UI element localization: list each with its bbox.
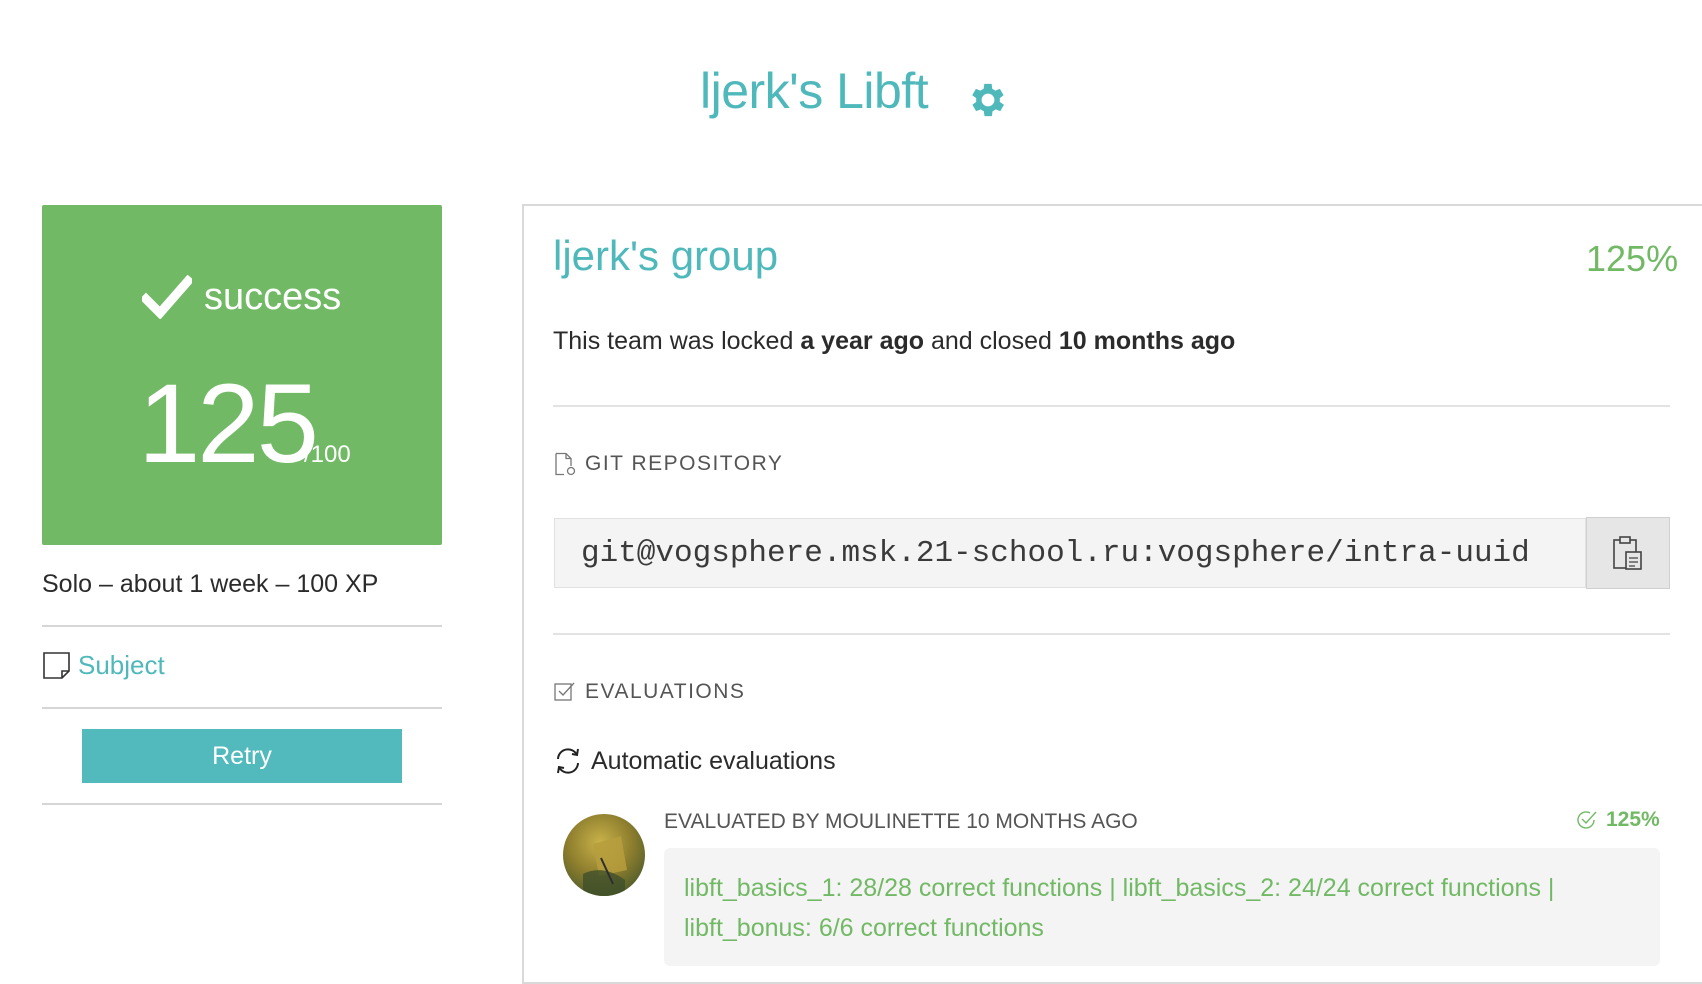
retry-button[interactable]: Retry — [82, 729, 402, 783]
checkmark-icon — [142, 275, 192, 319]
closed-time: 10 months ago — [1058, 327, 1236, 355]
avatar[interactable] — [563, 814, 645, 896]
repository-url[interactable]: git@vogsphere.msk.21-school.ru:vogsphere… — [581, 536, 1530, 571]
subject-label[interactable]: Subject — [78, 650, 165, 681]
evaluations-label: EVALUATIONS — [585, 680, 746, 703]
evaluation-score-value: 125% — [1606, 808, 1660, 831]
gear-icon[interactable] — [966, 78, 1010, 122]
check-circle-icon — [1577, 811, 1597, 829]
repository-file-icon — [555, 452, 576, 476]
status-card: success 125 /100 — [42, 205, 442, 545]
evaluator-info: EVALUATED BY MOULINETTE 10 MONTHS AGO — [664, 810, 1138, 833]
evaluations-heading: EVALUATIONS — [553, 680, 745, 704]
divider — [42, 625, 442, 627]
project-meta: Solo – about 1 week – 100 XP — [42, 570, 379, 598]
document-icon — [43, 651, 70, 679]
status-label: success — [204, 275, 342, 318]
team-final-mark: 125% — [1586, 238, 1679, 279]
git-repository-heading: GIT REPOSITORY — [553, 452, 783, 476]
evaluation-result-text: libft_basics_1: 28/28 correct functions … — [684, 874, 1555, 942]
evaluation-score: 125% — [1576, 808, 1660, 832]
evaluation-result: libft_basics_1: 28/28 correct functions … — [664, 848, 1660, 966]
divider — [553, 405, 1670, 407]
checkbox-icon — [554, 682, 575, 701]
automatic-evaluations-heading: Automatic evaluations — [553, 746, 836, 776]
repository-url-field[interactable]: git@vogsphere.msk.21-school.ru:vogsphere… — [554, 518, 1586, 588]
subject-link[interactable]: Subject — [42, 650, 165, 681]
divider — [42, 803, 442, 805]
clipboard-icon — [1613, 536, 1642, 570]
team-name[interactable]: ljerk's group — [553, 232, 778, 280]
copy-url-button[interactable] — [1586, 517, 1670, 589]
final-score: 125 — [138, 361, 319, 486]
score-max: /100 — [304, 441, 351, 468]
divider — [553, 633, 1670, 635]
refresh-icon — [557, 748, 579, 774]
locked-time: a year ago — [800, 327, 925, 355]
closed-prefix: and closed — [924, 327, 1059, 355]
locked-prefix: This team was locked — [553, 327, 801, 355]
team-lock-status: This team was locked a year ago and clos… — [553, 327, 1235, 356]
automatic-evaluations-label: Automatic evaluations — [591, 746, 836, 775]
git-repository-label: GIT REPOSITORY — [585, 452, 784, 475]
divider — [42, 707, 442, 709]
page-title: ljerk's Libft — [700, 63, 929, 119]
